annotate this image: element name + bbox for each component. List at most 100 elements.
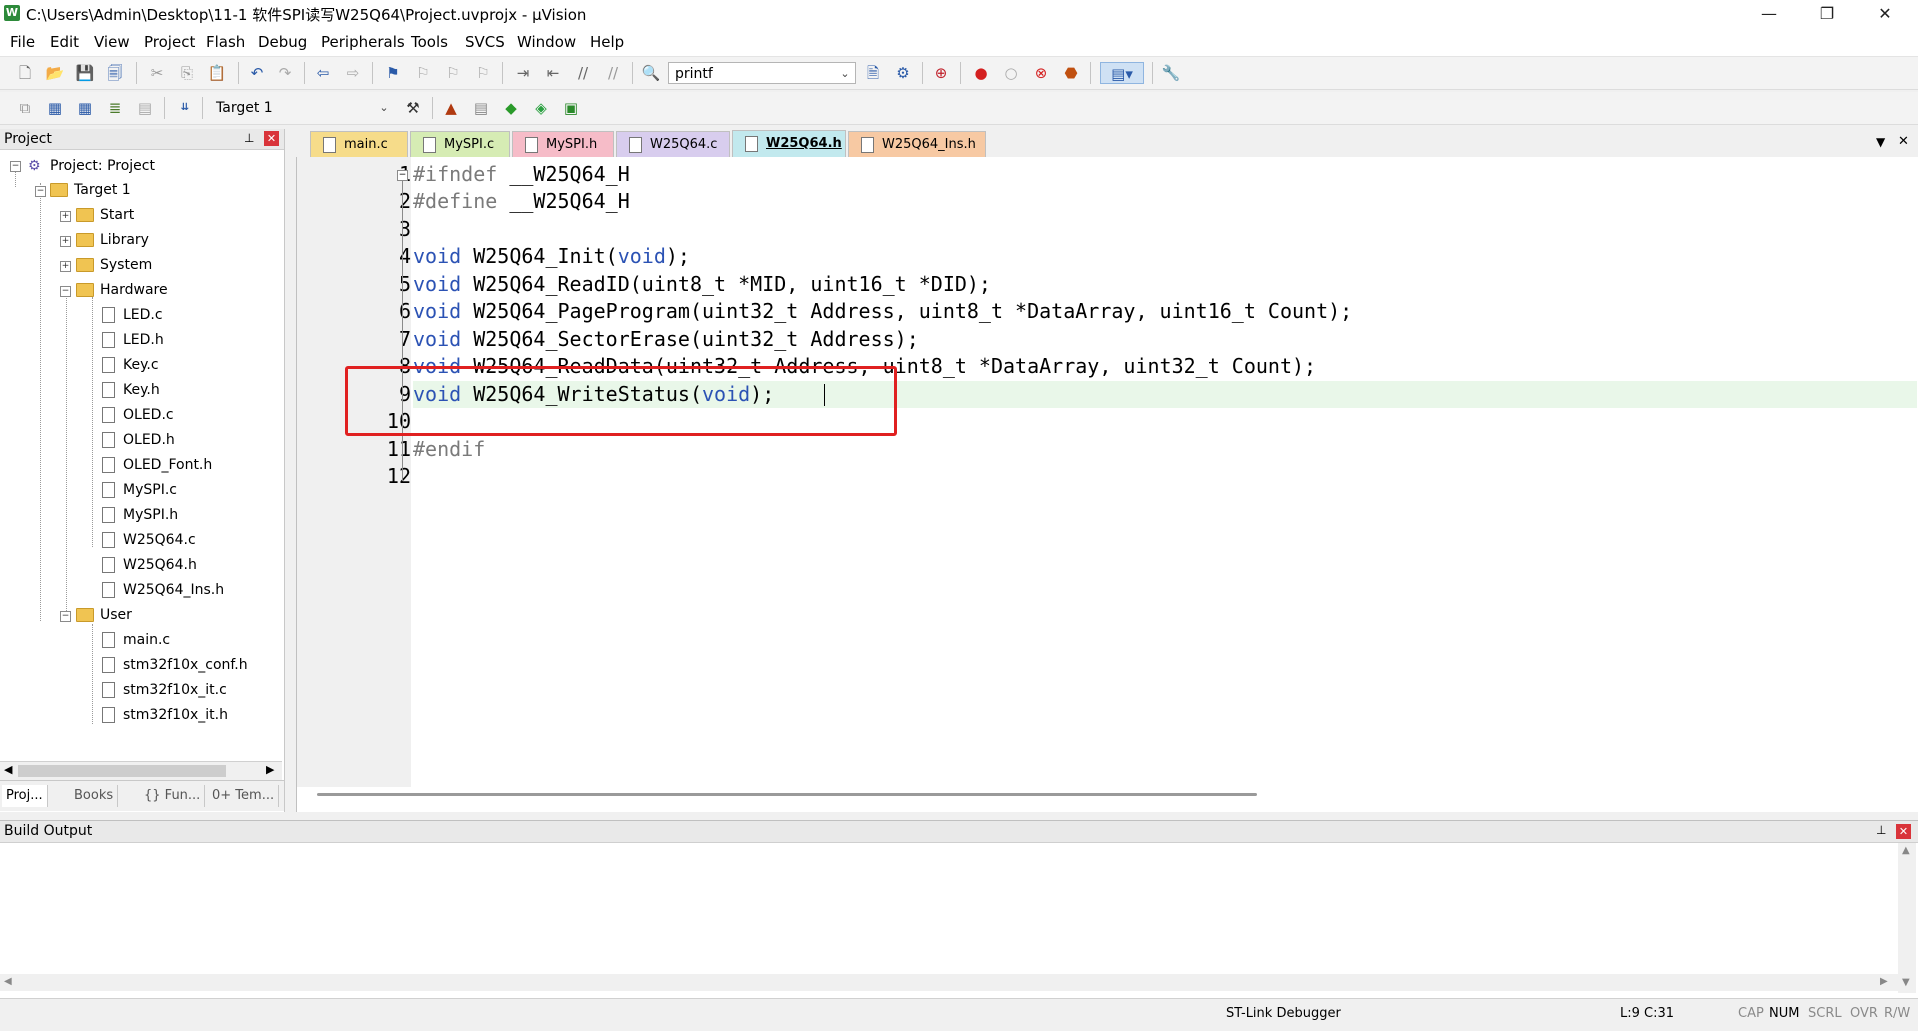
tree-file[interactable]: stm32f10x_it.h — [102, 707, 228, 727]
cut-icon[interactable]: ✂ — [146, 62, 168, 84]
expand-toggle[interactable]: + — [60, 236, 71, 247]
tree-file[interactable]: MySPI.h — [102, 507, 178, 527]
target-combo[interactable]: Target 1 ⌄ — [210, 97, 394, 119]
new-file-icon[interactable]: 🗋 — [14, 62, 36, 84]
tab-main-c[interactable]: main.c — [310, 131, 408, 158]
tree-group-user[interactable]: User — [76, 607, 132, 627]
close-button[interactable]: ✕ — [1856, 0, 1914, 28]
menu-view[interactable]: View — [94, 33, 130, 51]
breakpoint-kill-all-icon[interactable]: ⬣ — [1060, 62, 1082, 84]
tree-root-project[interactable]: ⚙ Project: Project — [28, 158, 155, 178]
fold-toggle-icon[interactable]: − — [397, 170, 408, 181]
scroll-up-icon[interactable]: ▲ — [1902, 845, 1910, 856]
tree-target[interactable]: Target 1 — [50, 182, 131, 202]
navigate-back-icon[interactable]: ⇦ — [312, 62, 334, 84]
stop-build-icon[interactable]: ▤ — [134, 97, 156, 119]
scroll-left-icon[interactable]: ◀ — [4, 976, 12, 987]
tree-file[interactable]: LED.h — [102, 332, 164, 352]
tab-w25q64-ins-h[interactable]: W25Q64_Ins.h — [848, 131, 986, 158]
debug-session-icon[interactable]: ⊕ — [930, 62, 952, 84]
comment-icon[interactable]: // — [572, 62, 594, 84]
rebuild-icon[interactable]: ▦ — [74, 97, 96, 119]
tree-file[interactable]: MySPI.c — [102, 482, 177, 502]
tree-group-system[interactable]: System — [76, 257, 152, 277]
tabs-dropdown-icon[interactable]: ▼ — [1876, 135, 1885, 149]
restore-button[interactable]: ❐ — [1798, 0, 1856, 28]
tree-group-hardware[interactable]: Hardware — [76, 282, 168, 302]
close-icon[interactable]: ✕ — [264, 131, 279, 146]
collapse-toggle[interactable]: − — [60, 611, 71, 622]
uncomment-icon[interactable]: // — [602, 62, 624, 84]
tab-templates[interactable]: 0+ Tem... — [208, 785, 280, 807]
paste-icon[interactable]: 📋 — [206, 62, 228, 84]
tab-myspi-h[interactable]: MySPI.h — [512, 131, 614, 158]
bookmark-clear-icon[interactable]: ⚐ — [472, 62, 494, 84]
close-icon[interactable]: ✕ — [1896, 824, 1911, 839]
tab-functions[interactable]: {} Fun... — [140, 785, 206, 807]
build-icon[interactable]: ▦ — [44, 97, 66, 119]
menu-debug[interactable]: Debug — [258, 33, 307, 51]
open-file-icon[interactable]: 📂 — [44, 62, 66, 84]
download-icon[interactable]: ⇊ — [174, 97, 196, 119]
menu-edit[interactable]: Edit — [50, 33, 79, 51]
find-icon[interactable]: 🗎 — [862, 62, 884, 84]
menu-file[interactable]: File — [10, 33, 35, 51]
incremental-find-icon[interactable]: ⚙ — [892, 62, 914, 84]
redo-icon[interactable]: ↷ — [274, 62, 296, 84]
close-tab-icon[interactable]: ✕ — [1898, 134, 1909, 149]
translate-icon[interactable]: ⧉ — [14, 97, 36, 119]
find-in-files-icon[interactable]: 🔍 — [640, 62, 662, 84]
code-editor[interactable]: 1 2 3 4 5 6 7 8 9 10 11 12 − #ifndef __W… — [296, 157, 1918, 812]
expand-toggle[interactable]: + — [60, 211, 71, 222]
tree-group-start[interactable]: Start — [76, 207, 134, 227]
tab-books[interactable]: Books — [70, 785, 119, 807]
tree-file[interactable]: stm32f10x_conf.h — [102, 657, 248, 677]
breakpoint-disable-all-icon[interactable]: ⊗ — [1030, 62, 1052, 84]
window-layout-icon[interactable]: ▤▾ — [1100, 62, 1144, 84]
configure-icon[interactable]: 🔧 — [1160, 62, 1182, 84]
breakpoint-enable-icon[interactable]: ○ — [1000, 62, 1022, 84]
select-packs-icon[interactable]: ▤ — [470, 97, 492, 119]
manage-project-items-icon[interactable]: ▲ — [440, 97, 462, 119]
collapse-toggle[interactable]: − — [60, 286, 71, 297]
bookmark-next-icon[interactable]: ⚐ — [442, 62, 464, 84]
tree-file[interactable]: Key.h — [102, 382, 160, 402]
scroll-right-icon[interactable]: ▶ — [1880, 976, 1888, 987]
chevron-down-icon[interactable]: ⌄ — [837, 63, 853, 85]
scroll-down-icon[interactable]: ▼ — [1902, 977, 1910, 988]
tree-file[interactable]: OLED.h — [102, 432, 175, 452]
menu-help[interactable]: Help — [590, 33, 624, 51]
save-all-icon[interactable]: 🗐 — [104, 62, 126, 84]
find-combo[interactable]: printf ⌄ — [668, 62, 856, 84]
bookmark-toggle-icon[interactable]: ⚑ — [382, 62, 404, 84]
expand-toggle[interactable]: + — [60, 261, 71, 272]
minimize-button[interactable]: — — [1740, 0, 1798, 28]
pin-icon[interactable]: ⊥ — [1876, 823, 1886, 837]
tree-file[interactable]: stm32f10x_it.c — [102, 682, 227, 702]
project-horizontal-scrollbar[interactable]: ◀ ▶ — [0, 761, 282, 780]
tree-file[interactable]: main.c — [102, 632, 170, 652]
navigate-forward-icon[interactable]: ⇨ — [342, 62, 364, 84]
tree-file[interactable]: W25Q64.c — [102, 532, 196, 552]
scroll-left-icon[interactable]: ◀ — [4, 763, 12, 776]
menu-flash[interactable]: Flash — [206, 33, 245, 51]
tree-file[interactable]: W25Q64_Ins.h — [102, 582, 224, 602]
collapse-toggle[interactable]: − — [10, 161, 21, 172]
unindent-icon[interactable]: ⇤ — [542, 62, 564, 84]
tab-w25q64-c[interactable]: W25Q64.c — [616, 131, 730, 158]
menu-window[interactable]: Window — [517, 33, 576, 51]
menu-project[interactable]: Project — [144, 33, 195, 51]
collapse-toggle[interactable]: − — [35, 186, 46, 197]
target-options-icon[interactable]: ⚒ — [402, 97, 424, 119]
indent-icon[interactable]: ⇥ — [512, 62, 534, 84]
bookmark-prev-icon[interactable]: ⚐ — [412, 62, 434, 84]
breakpoint-insert-icon[interactable]: ● — [970, 62, 992, 84]
undo-icon[interactable]: ↶ — [246, 62, 268, 84]
build-horizontal-scrollbar[interactable]: ◀ ▶ — [0, 974, 1898, 991]
tree-file[interactable]: LED.c — [102, 307, 163, 327]
menu-tools[interactable]: Tools — [411, 33, 448, 51]
editor-horizontal-scrollbar[interactable] — [317, 793, 1257, 796]
save-icon[interactable]: 💾 — [74, 62, 96, 84]
tree-group-library[interactable]: Library — [76, 232, 149, 252]
menu-svcs[interactable]: SVCS — [465, 33, 505, 51]
